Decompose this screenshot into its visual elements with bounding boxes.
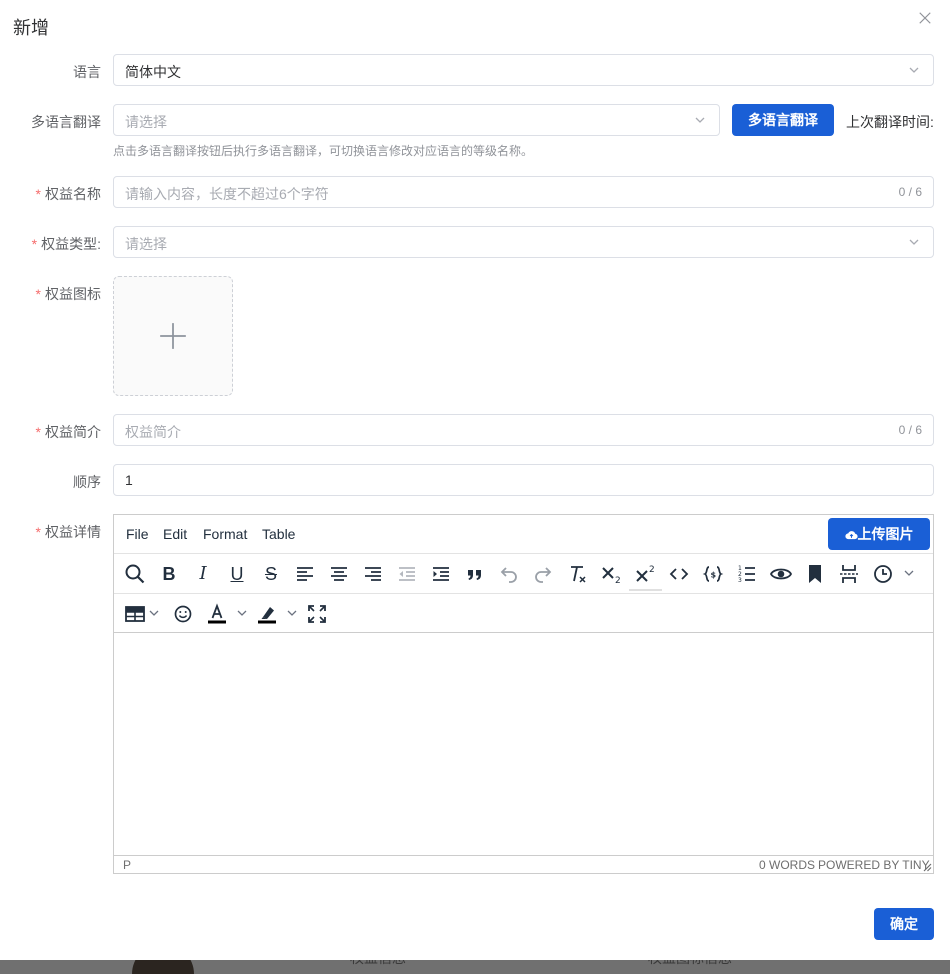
underline-icon[interactable]: U (225, 562, 249, 586)
benefit-icon-label: * 权益图标 (35, 286, 101, 302)
add-dialog: 新增 语言 简体中文 多语言翻译 请选择 多语言翻译 上次翻译时间: 点击多语言… (0, 0, 950, 960)
chevron-down-icon (695, 117, 705, 123)
order-input[interactable]: 1 (113, 464, 934, 496)
benefit-intro-input[interactable]: 权益简介 0 / 6 (113, 414, 934, 446)
order-value: 1 (125, 472, 133, 488)
translation-hint: 点击多语言翻译按钮后执行多语言翻译，可切换语言修改对应语言的等级名称。 (113, 144, 534, 158)
benefit-name-count: 0 / 6 (898, 185, 922, 199)
editor-toolbar-row1: B I U S 2 2 $ 123 (114, 553, 933, 593)
word-count[interactable]: 0 WORDS (759, 858, 815, 872)
strikethrough-icon[interactable]: S (259, 562, 283, 586)
redo-icon[interactable] (531, 562, 555, 586)
translate-button[interactable]: 多语言翻译 (732, 104, 834, 136)
clear-formatting-icon[interactable] (565, 562, 589, 586)
bold-icon[interactable]: B (157, 562, 181, 586)
indent-icon[interactable] (429, 562, 453, 586)
menu-format[interactable]: Format (203, 526, 247, 542)
clock-icon[interactable] (871, 562, 895, 586)
preview-eye-icon[interactable] (769, 562, 793, 586)
blockquote-icon[interactable] (463, 562, 487, 586)
italic-icon[interactable]: I (191, 562, 215, 586)
align-right-icon[interactable] (361, 562, 385, 586)
active-indicator (629, 589, 662, 591)
table-icon[interactable] (123, 602, 147, 626)
align-left-icon[interactable] (293, 562, 317, 586)
svg-text:3: 3 (738, 577, 742, 584)
svg-text:2: 2 (615, 576, 621, 586)
subscript-icon[interactable]: 2 (599, 562, 623, 586)
icon-upload-area[interactable] (113, 276, 233, 396)
close-icon[interactable] (918, 11, 934, 27)
benefit-intro-count: 0 / 6 (898, 423, 922, 437)
bookmark-icon[interactable] (803, 562, 827, 586)
svg-text:2: 2 (649, 565, 655, 575)
benefit-name-label: * 权益名称 (35, 186, 101, 202)
benefit-name-placeholder: 请输入内容，长度不超过6个字符 (125, 186, 329, 202)
benefit-name-input[interactable]: 请输入内容，长度不超过6个字符 0 / 6 (113, 176, 934, 208)
search-icon[interactable] (123, 562, 147, 586)
chevron-down-icon[interactable] (903, 567, 915, 579)
page-break-icon[interactable] (837, 562, 861, 586)
benefit-detail-label: * 权益详情 (35, 524, 101, 540)
menu-edit[interactable]: Edit (163, 526, 187, 542)
emoji-icon[interactable] (171, 602, 195, 626)
chevron-down-icon (909, 239, 919, 245)
align-center-icon[interactable] (327, 562, 351, 586)
language-select[interactable]: 简体中文 (113, 54, 934, 86)
language-label: 语言 (73, 64, 101, 80)
text-color-icon[interactable] (205, 602, 229, 626)
upload-image-button[interactable]: 上传图片 (828, 518, 930, 550)
code-icon[interactable] (667, 562, 691, 586)
fullscreen-icon[interactable] (305, 602, 329, 626)
language-value: 简体中文 (125, 64, 181, 80)
superscript-icon[interactable]: 2 (633, 562, 657, 586)
benefit-type-select[interactable]: 请选择 (113, 226, 934, 258)
benefit-intro-label: * 权益简介 (35, 424, 101, 440)
last-translation-time-label: 上次翻译时间: (846, 114, 934, 130)
outdent-icon[interactable] (395, 562, 419, 586)
editor-statusbar: P 0 WORDS POWERED BY TINY (114, 855, 933, 873)
dialog-title: 新增 (13, 18, 49, 38)
code-sample-icon[interactable]: $ (701, 562, 725, 586)
editor-menubar: File Edit Format Table 上传图片 (114, 515, 933, 553)
element-path[interactable]: P (123, 858, 131, 872)
numbered-list-icon[interactable]: 123 (735, 562, 759, 586)
translation-placeholder: 请选择 (125, 114, 167, 130)
menu-table[interactable]: Table (262, 526, 295, 542)
powered-by-link[interactable]: POWERED BY TINY (818, 858, 930, 872)
highlight-color-icon[interactable] (255, 602, 279, 626)
editor-content-area[interactable] (114, 633, 933, 855)
benefit-type-placeholder: 请选择 (125, 236, 167, 252)
resize-handle-icon[interactable] (922, 862, 932, 872)
svg-text:$: $ (711, 571, 717, 580)
chevron-down-icon (909, 67, 919, 73)
editor-toolbar-row2 (114, 593, 933, 633)
rich-text-editor: File Edit Format Table 上传图片 B I U S 2 2 (113, 514, 934, 874)
translation-label: 多语言翻译 (31, 114, 101, 130)
benefit-intro-placeholder: 权益简介 (125, 424, 181, 440)
confirm-button[interactable]: 确定 (874, 908, 934, 940)
cloud-upload-icon (844, 531, 858, 540)
chevron-down-icon[interactable] (286, 607, 298, 619)
upload-image-label: 上传图片 (857, 526, 914, 542)
chevron-down-icon[interactable] (236, 607, 248, 619)
menu-file[interactable]: File (126, 526, 149, 542)
order-label: 顺序 (73, 474, 101, 490)
translation-select[interactable]: 请选择 (113, 104, 720, 136)
undo-icon[interactable] (497, 562, 521, 586)
benefit-type-label: * 权益类型: (31, 236, 101, 252)
plus-icon (160, 323, 186, 349)
chevron-down-icon[interactable] (148, 607, 160, 619)
